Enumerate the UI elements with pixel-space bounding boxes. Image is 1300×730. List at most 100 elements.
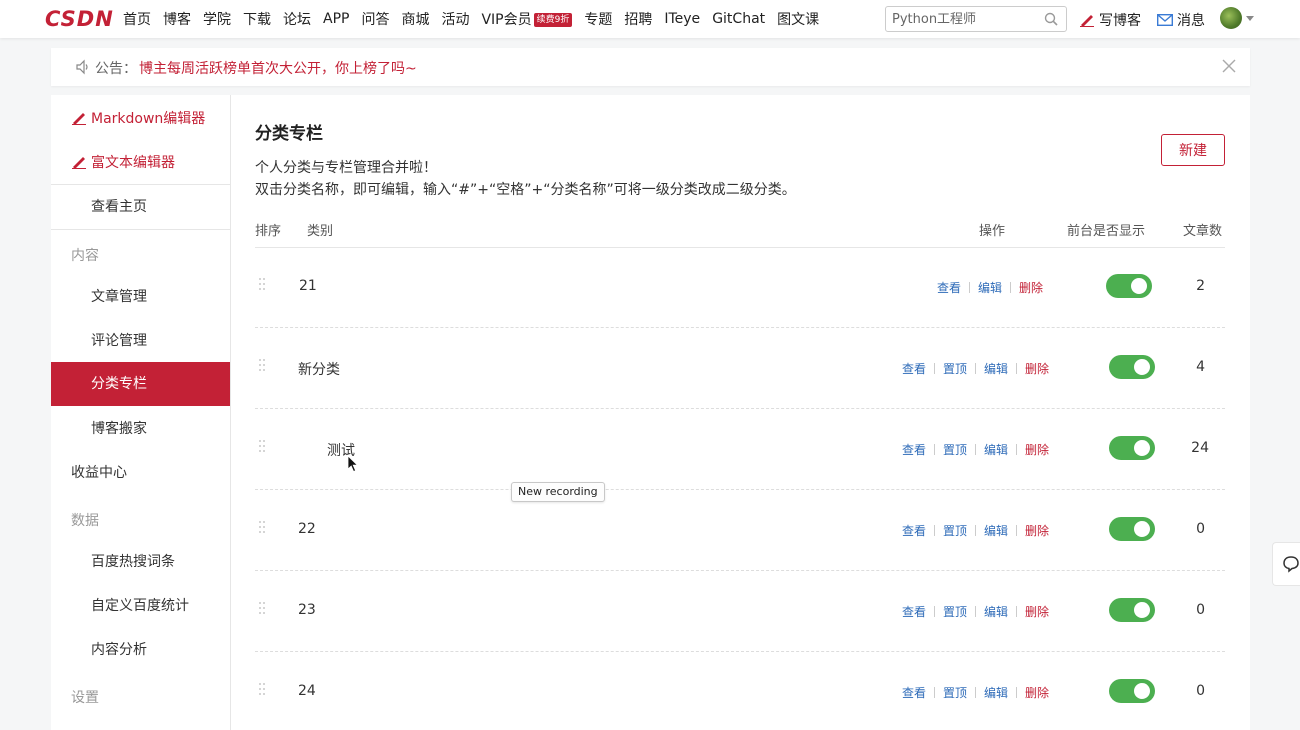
nav-iteye[interactable]: ITeye: [664, 11, 700, 27]
close-icon[interactable]: [1222, 59, 1236, 73]
category-name[interactable]: 21: [299, 278, 317, 294]
view-link[interactable]: 查看: [937, 279, 961, 296]
display-toggle[interactable]: [1109, 436, 1155, 460]
separator: [1015, 525, 1017, 536]
nav-app[interactable]: APP: [323, 11, 349, 27]
sidebar-item-baidu-hot[interactable]: 百度热搜词条: [51, 540, 230, 584]
search-box: [885, 6, 1067, 32]
display-toggle[interactable]: [1109, 517, 1155, 541]
write-blog-button[interactable]: 写博客: [1079, 10, 1141, 30]
delete-link[interactable]: 删除: [1019, 279, 1043, 296]
nav-tuwenke[interactable]: 图文课: [777, 9, 819, 29]
drag-handle-icon[interactable]: [259, 359, 267, 375]
pin-link[interactable]: 置顶: [943, 360, 967, 377]
delete-link[interactable]: 删除: [1025, 522, 1049, 539]
pin-link[interactable]: 置顶: [943, 441, 967, 458]
nav-topics[interactable]: 专题: [584, 9, 612, 29]
search-input[interactable]: [892, 10, 1042, 28]
csdn-logo[interactable]: CSDN: [45, 8, 114, 30]
drag-handle-icon[interactable]: [259, 683, 267, 699]
separator: [1015, 444, 1017, 455]
edit-link[interactable]: 编辑: [978, 279, 1002, 296]
markdown-editor-link[interactable]: Markdown编辑器: [71, 108, 205, 128]
edit-link[interactable]: 编辑: [984, 603, 1008, 620]
sidebar-item-blog-move[interactable]: 博客搬家: [51, 407, 230, 451]
sidebar-section-settings: 设置: [71, 690, 99, 706]
edit-link[interactable]: 编辑: [984, 522, 1008, 539]
sidebar-item-comments[interactable]: 评论管理: [51, 319, 230, 363]
nav-qa[interactable]: 问答: [361, 9, 389, 29]
article-count: 2: [1196, 278, 1205, 294]
article-count: 0: [1196, 683, 1205, 699]
pin-link[interactable]: 置顶: [943, 684, 967, 701]
nav-academy[interactable]: 学院: [203, 9, 231, 29]
sidebar-item-content-analysis[interactable]: 内容分析: [51, 628, 230, 672]
speaker-icon: [76, 59, 88, 75]
view-link[interactable]: 查看: [902, 360, 926, 377]
category-name[interactable]: 新分类: [298, 359, 340, 379]
display-toggle[interactable]: [1109, 355, 1155, 379]
view-link[interactable]: 查看: [902, 603, 926, 620]
delete-link[interactable]: 删除: [1025, 441, 1049, 458]
nav-mall[interactable]: 商城: [401, 9, 429, 29]
drag-handle-icon[interactable]: [259, 278, 267, 294]
edit-link[interactable]: 编辑: [984, 441, 1008, 458]
sidebar-section-data: 数据: [71, 513, 99, 529]
richtext-editor-link[interactable]: 富文本编辑器: [71, 152, 175, 172]
sidebar-item-categories[interactable]: 分类专栏: [51, 362, 230, 406]
category-name[interactable]: 24: [298, 683, 316, 699]
category-panel: 分类专栏 个人分类与专栏管理合并啦！ 双击分类名称，即可编辑，输入“#”+“空格…: [231, 95, 1250, 730]
write-blog-label: 写博客: [1099, 13, 1141, 29]
nav-forum[interactable]: 论坛: [283, 9, 311, 29]
pin-link[interactable]: 置顶: [943, 603, 967, 620]
nav-vip[interactable]: VIP会员 续费9折: [481, 9, 573, 29]
view-link[interactable]: 查看: [902, 684, 926, 701]
category-name[interactable]: 22: [298, 521, 316, 537]
announcement-label: 公告：: [95, 61, 137, 77]
nav-gitchat[interactable]: GitChat: [712, 11, 765, 27]
separator: [933, 687, 935, 698]
column-header-order: 排序: [255, 224, 282, 239]
view-link[interactable]: 查看: [902, 441, 926, 458]
messages-button[interactable]: 消息: [1157, 10, 1205, 30]
sidebar-item-home[interactable]: 查看主页: [51, 185, 230, 229]
nav-download[interactable]: 下载: [243, 9, 271, 29]
view-link[interactable]: 查看: [902, 522, 926, 539]
search-icon[interactable]: [1044, 12, 1058, 26]
mail-icon: [1157, 14, 1173, 26]
description-line-2: 双击分类名称，即可编辑，输入“#”+“空格”+“分类名称”可将一级分类改成二级分…: [255, 182, 796, 198]
separator: [974, 606, 976, 617]
drag-handle-icon[interactable]: [259, 602, 267, 618]
display-toggle[interactable]: [1109, 598, 1155, 622]
delete-link[interactable]: 删除: [1025, 360, 1049, 377]
drag-handle-icon[interactable]: [259, 440, 267, 456]
column-header-category: 类别: [307, 224, 334, 239]
display-toggle[interactable]: [1106, 274, 1152, 298]
edit-link[interactable]: 编辑: [984, 684, 1008, 701]
category-name[interactable]: 23: [298, 602, 316, 618]
chevron-down-icon[interactable]: [1246, 16, 1254, 21]
delete-link[interactable]: 删除: [1025, 603, 1049, 620]
article-count: 0: [1196, 521, 1205, 537]
new-category-button[interactable]: 新建: [1161, 134, 1225, 166]
edit-link[interactable]: 编辑: [984, 360, 1008, 377]
sidebar-item-revenue[interactable]: 收益中心: [51, 451, 230, 495]
row-actions: 查看 置顶 编辑 删除: [902, 441, 1049, 458]
sidebar-item-articles[interactable]: 文章管理: [51, 275, 230, 319]
column-header-actions: 操作: [979, 224, 1006, 239]
separator: [933, 525, 935, 536]
pen-icon: [72, 113, 86, 125]
pin-link[interactable]: 置顶: [943, 522, 967, 539]
drag-handle-icon[interactable]: [259, 521, 267, 537]
display-toggle[interactable]: [1109, 679, 1155, 703]
nav-events[interactable]: 活动: [441, 9, 469, 29]
delete-link[interactable]: 删除: [1025, 684, 1049, 701]
sidebar-item-baidu-stats[interactable]: 自定义百度统计: [51, 584, 230, 628]
nav-blog[interactable]: 博客: [163, 9, 191, 29]
support-chat-button[interactable]: [1272, 542, 1300, 586]
announcement-link[interactable]: 博主每周活跃榜单首次大公开，你上榜了吗~: [139, 58, 417, 78]
nav-jobs[interactable]: 招聘: [624, 9, 652, 29]
nav-home[interactable]: 首页: [123, 9, 151, 29]
user-avatar[interactable]: [1220, 7, 1242, 29]
separator: [1015, 687, 1017, 698]
